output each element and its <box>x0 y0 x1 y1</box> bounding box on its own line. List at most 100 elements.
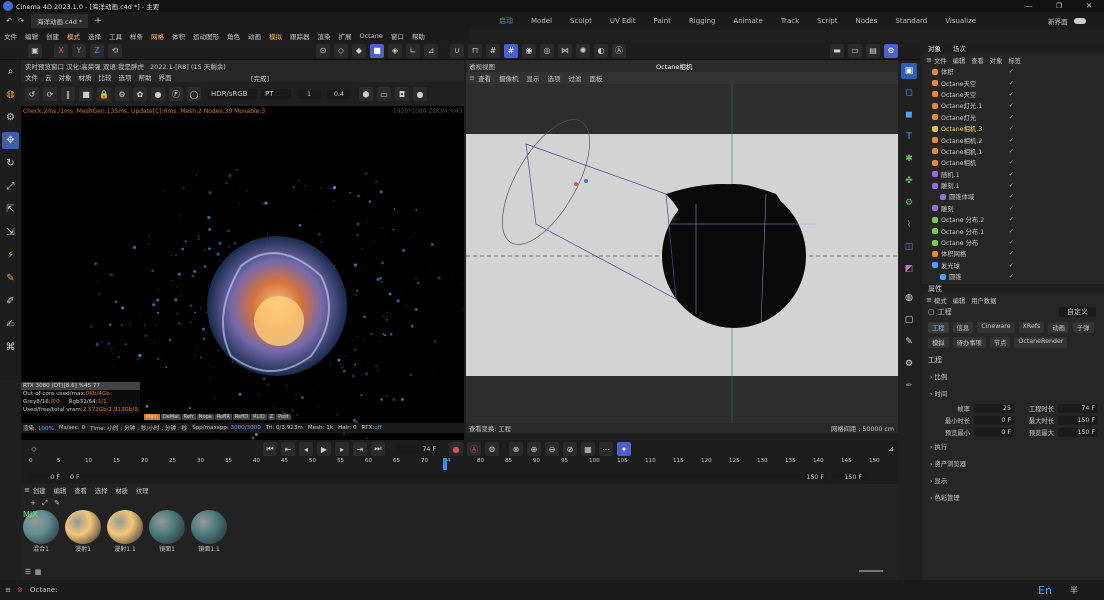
maximize-button[interactable]: ❐ <box>1044 2 1074 10</box>
menu-item[interactable]: 角色 <box>223 31 244 41</box>
attribute-group[interactable]: › 色彩管理 <box>930 489 1104 506</box>
menu-item[interactable]: 体积 <box>168 31 189 41</box>
field-value[interactable]: 0 F <box>974 427 1014 437</box>
object-check[interactable]: ✓ <box>1009 125 1014 132</box>
object-row[interactable]: 雕刻 ✓ <box>922 203 1104 214</box>
globe-icon[interactable]: ◍ <box>901 290 917 306</box>
render-mode-select[interactable]: PT <box>261 89 291 99</box>
current-frame-field[interactable]: 74 F <box>397 444 439 454</box>
live-select-icon[interactable]: ◍ <box>2 86 19 103</box>
attribute-tab[interactable]: 动画 <box>1048 322 1069 333</box>
render-pass-chip[interactable]: Z <box>267 414 276 420</box>
axis-y-button[interactable]: Y <box>72 43 86 58</box>
layout-tab[interactable]: UV Edit <box>601 17 645 25</box>
value-field-2[interactable]: 0.4 <box>327 89 351 99</box>
render-icon[interactable]: ◎ <box>540 43 554 58</box>
layout-tab[interactable]: Sculpt <box>561 17 601 25</box>
field-icon[interactable]: ◫ <box>901 239 917 255</box>
attribute-tab[interactable]: Cineware <box>977 322 1015 333</box>
render-view-icon[interactable]: ▬ <box>830 43 844 58</box>
gear-icon[interactable]: ⚙ <box>2 109 19 126</box>
viewport-menu-item[interactable]: 过滤 <box>569 73 582 83</box>
object-row[interactable]: Octane相机 ✓ <box>922 157 1104 168</box>
key-param-icon[interactable]: ⊘ <box>563 442 577 456</box>
play-icon[interactable]: ▶ <box>317 442 331 456</box>
live-viewer-menu-item[interactable]: 对象 <box>59 72 72 82</box>
field-value[interactable]: 25 <box>974 403 1014 413</box>
menu-item[interactable]: 样条 <box>126 31 147 41</box>
object-check[interactable]: ✓ <box>1009 250 1014 257</box>
circle-icon[interactable]: ◯ <box>187 87 201 101</box>
objects-icon[interactable]: ✿ <box>133 87 147 101</box>
display-icon[interactable]: ▢ <box>901 312 917 328</box>
live-viewer-menu-item[interactable]: 帮助 <box>139 72 152 82</box>
close-button[interactable]: ✕ <box>1074 2 1104 10</box>
menu-item[interactable]: 渲染 <box>314 31 335 41</box>
material-item[interactable]: 漫射1 <box>65 510 101 553</box>
add-material-icon[interactable]: + <box>27 499 39 507</box>
color-space-select[interactable]: HDR/sRGB <box>207 89 257 99</box>
object-row[interactable]: Octane灯光.1 ✓ <box>922 100 1104 111</box>
attribute-group[interactable]: › 时间 <box>930 385 1104 402</box>
record-icon[interactable]: ● <box>449 442 463 456</box>
key-scale-icon[interactable]: ⊖ <box>545 442 559 456</box>
object-row[interactable]: 雕刻.1 ✓ <box>922 180 1104 191</box>
viewport-camera[interactable]: Octane相机 <box>656 61 692 71</box>
grid-snap-icon[interactable]: # <box>504 43 518 58</box>
attribute-tab[interactable]: 子弹 <box>1072 322 1094 333</box>
value-field-1[interactable]: 1 <box>297 89 321 99</box>
symmetry-icon[interactable]: ⋈ <box>558 43 572 58</box>
attribute-tab[interactable]: 待办事项 <box>952 337 986 348</box>
ime-half[interactable]: 半 <box>1070 585 1078 596</box>
list-view-icon[interactable]: ☰ <box>23 568 33 576</box>
layout-tab[interactable]: Nodes <box>846 17 886 25</box>
render-pass-chip[interactable]: ReflD <box>232 414 251 420</box>
layout-tab[interactable]: Animate <box>724 17 771 25</box>
object-check[interactable]: ✓ <box>1009 262 1014 269</box>
film-icon[interactable]: ▭ <box>377 87 391 101</box>
scale-tool-icon[interactable]: ⇲ <box>2 224 19 241</box>
camera-mode-icon[interactable]: ◐ <box>594 43 608 58</box>
object-row[interactable]: 随机.1 ✓ <box>922 169 1104 180</box>
undo-icon[interactable]: ↶ <box>3 17 15 25</box>
world-coords-icon[interactable]: ⟲ <box>108 43 122 58</box>
move-icon[interactable]: ✥ <box>2 132 19 149</box>
field-value[interactable]: 74 F <box>1058 403 1098 413</box>
render-pass-chip[interactable]: DeMai <box>160 414 181 420</box>
live-viewer-menu-item[interactable]: 云 <box>45 72 52 82</box>
attribute-group[interactable]: › 显示 <box>930 472 1104 489</box>
menu-icon[interactable]: ≡ <box>2 586 14 594</box>
object-mode-icon[interactable]: ■ <box>370 43 384 58</box>
playhead[interactable] <box>443 458 448 470</box>
octane-icon[interactable]: ⚙ <box>884 43 898 58</box>
toggle-switch[interactable] <box>1073 18 1086 24</box>
material-menu-item[interactable]: 查看 <box>74 486 87 495</box>
attribute-tab[interactable]: 工程 <box>928 322 949 333</box>
settings-icon[interactable]: ⚙ <box>115 87 129 101</box>
attribute-tab[interactable]: XRefs <box>1018 322 1045 333</box>
minimize-button[interactable]: — <box>1014 2 1044 10</box>
object-menu-item[interactable]: 标签 <box>1008 56 1021 65</box>
menu-item[interactable]: 帮助 <box>408 31 429 41</box>
render-settings-icon[interactable]: ▤ <box>866 43 880 58</box>
render-pass-chip[interactable]: Nope <box>196 414 214 420</box>
graph-editor-icon[interactable]: ⊿ <box>888 445 894 453</box>
object-row[interactable]: 体积 ✓ <box>922 66 1104 77</box>
menu-item[interactable]: 网格 <box>147 31 168 41</box>
rotate-icon[interactable]: ↻ <box>2 155 19 172</box>
ime-indicator[interactable]: En <box>1038 584 1052 597</box>
object-row[interactable]: Octane 分布.2 ✓ <box>922 214 1104 225</box>
keyframe-settings-icon[interactable]: ⚙ <box>485 442 499 456</box>
zoom-slider[interactable] <box>859 570 883 572</box>
live-viewer-menu-item[interactable]: 材质 <box>79 72 92 82</box>
object-check[interactable]: ✓ <box>1009 102 1014 109</box>
attribute-tab[interactable]: 节点 <box>989 337 1011 348</box>
attributes-tab[interactable]: 属性 <box>928 284 942 294</box>
object-row[interactable]: Octane相机.1 ✓ <box>922 146 1104 157</box>
render-pass-chip[interactable]: Main <box>144 414 160 420</box>
material-menu-icon[interactable]: ≡ <box>21 486 33 494</box>
menu-item[interactable]: 模式 <box>63 31 84 41</box>
menu-item[interactable]: 动画 <box>244 31 265 41</box>
pen-icon[interactable]: ✒ <box>901 378 917 394</box>
material-item[interactable]: 漫射1.1 <box>107 510 143 553</box>
